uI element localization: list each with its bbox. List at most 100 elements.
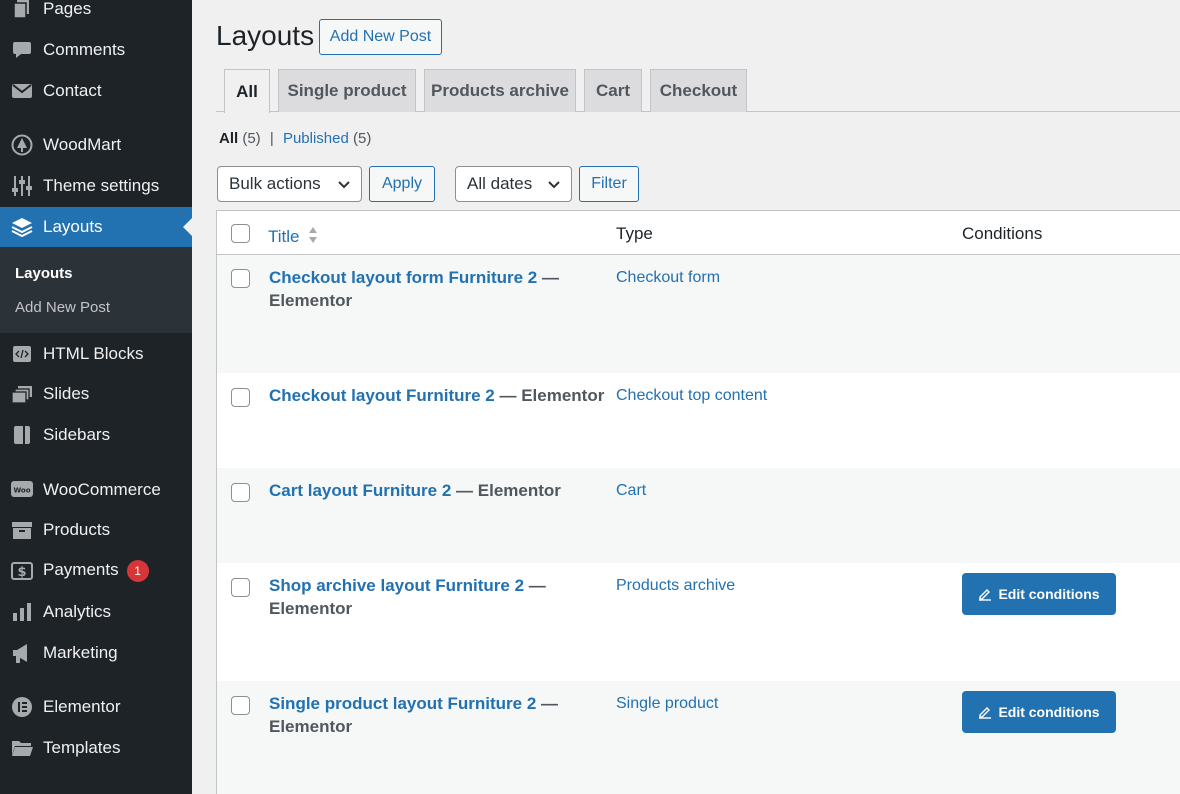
tab-single-product[interactable]: Single product [278,69,416,112]
row-type-link[interactable]: Checkout top content [616,387,767,405]
archive-box-icon [11,519,33,541]
sidebar-item-elementor[interactable]: Elementor [0,687,192,727]
table-row: Checkout layout form Furniture 2 — Eleme… [217,255,1180,373]
sidebar-item-label: Comments [43,40,126,59]
html-block-icon [11,343,33,365]
sidebar-item-label: Sidebars [43,425,111,444]
edit-conditions-label: Edit conditions [998,704,1100,720]
filter-separator: | [269,130,274,147]
row-title-link[interactable]: Shop archive layout Furniture 2 [269,576,524,595]
row-title: Checkout layout form Furniture 2 — Eleme… [269,266,559,312]
chevron-down-icon [547,177,561,197]
sidebar-item-label: Elementor [43,697,121,716]
row-checkbox[interactable] [231,269,250,288]
row-type-link[interactable]: Products archive [616,577,735,595]
date-filter-select[interactable]: All dates [455,166,572,202]
woodmart-icon [11,134,33,156]
sidebar-item-layouts[interactable]: Layouts [0,207,192,247]
sidebar-item-slides[interactable]: Slides [0,374,192,414]
row-type-link[interactable]: Cart [616,482,646,500]
table-row: Shop archive layout Furniture 2 — Elemen… [217,563,1180,681]
tab-products-archive[interactable]: Products archive [424,69,576,112]
pencil-icon [978,705,992,719]
table-row: Single product layout Furniture 2 — Elem… [217,681,1180,794]
sidebar-item-analytics[interactable]: Analytics [0,592,192,632]
filter-published-link[interactable]: Published [283,130,349,147]
row-type-link[interactable]: Single product [616,695,718,713]
filter-published-count: (5) [353,130,372,147]
row-title: Cart layout Furniture 2 — Elementor [269,479,609,502]
sidebar-item-label: HTML Blocks [43,344,144,363]
row-title-link[interactable]: Checkout layout form Furniture 2 [269,268,537,287]
svg-text:Woo: Woo [13,487,30,495]
sidebar-item-payments[interactable]: $ Payments 1 [0,551,192,591]
row-title-suffix: — Elementor [451,481,561,500]
sidebar-item-woodmart[interactable]: WoodMart [0,125,192,165]
sidebar-item-pages[interactable]: Pages [0,0,192,29]
filter-all-link[interactable]: All [219,130,238,147]
column-conditions: Conditions [962,224,1043,243]
svg-text:$: $ [17,565,26,580]
layouts-submenu: Layouts Add New Post [0,247,192,333]
row-title: Shop archive layout Furniture 2 — Elemen… [269,574,559,620]
tab-all[interactable]: All [224,69,270,113]
row-title: Single product layout Furniture 2 — Elem… [269,692,559,738]
row-type-link[interactable]: Checkout form [616,269,720,287]
edit-conditions-button[interactable]: Edit conditions [962,691,1116,733]
sidebar-item-theme-settings[interactable]: Theme settings [0,166,192,206]
apply-button[interactable]: Apply [369,166,435,202]
bulk-actions-select[interactable]: Bulk actions [217,166,362,202]
select-all-checkbox[interactable] [231,224,250,243]
row-title-suffix: — Elementor [494,386,605,405]
sidebar-item-marketing[interactable]: Marketing [0,633,192,673]
comments-icon [11,39,33,61]
sidebar-icon [11,424,33,446]
sidebar-item-label: Analytics [43,602,112,621]
sidebar-item-templates[interactable]: Templates [0,728,192,768]
sidebar-item-label: Theme settings [43,176,160,195]
bar-chart-icon [11,601,33,623]
sidebar-item-contact[interactable]: Contact [0,71,192,111]
admin-sidebar: Pages Comments Contact WoodMart Theme se… [0,0,192,794]
add-new-post-button[interactable]: Add New Post [319,19,442,55]
row-checkbox[interactable] [231,578,250,597]
column-type: Type [616,224,653,243]
date-filter-value: All dates [467,174,533,193]
table-header: Title Type Conditions [217,211,1180,255]
layers-icon [11,216,33,238]
column-title[interactable]: Title [268,224,318,247]
chevron-down-icon [337,177,351,197]
sidebar-item-sidebars[interactable]: Sidebars [0,415,192,455]
row-title-link[interactable]: Cart layout Furniture 2 [269,481,451,500]
notification-badge: 1 [126,560,149,582]
elementor-icon [11,696,33,718]
sidebar-item-label: Payments 1 [43,560,149,582]
sidebar-item-label: Pages [43,0,92,18]
folder-icon [11,737,33,759]
sort-icon [308,227,318,248]
sidebar-item-woocommerce[interactable]: Woo WooCommerce [0,470,192,510]
sidebar-item-label: Contact [43,81,102,100]
megaphone-icon [11,642,33,664]
sidebar-item-label: Products [43,520,111,539]
slides-icon [11,383,33,405]
filter-button[interactable]: Filter [579,166,639,202]
row-title-link[interactable]: Single product layout Furniture 2 [269,694,536,713]
submenu-item-add-new-post[interactable]: Add New Post [15,299,110,316]
row-checkbox[interactable] [231,483,250,502]
edit-conditions-button[interactable]: Edit conditions [962,573,1116,615]
sidebar-item-label: WoodMart [43,135,122,154]
sidebar-item-html-blocks[interactable]: HTML Blocks [0,334,192,374]
sidebar-item-label: Slides [43,384,90,403]
submenu-item-layouts[interactable]: Layouts [15,265,73,282]
row-checkbox[interactable] [231,388,250,407]
row-title-link[interactable]: Checkout layout Furniture 2 [269,386,495,405]
sidebar-item-comments[interactable]: Comments [0,30,192,70]
row-checkbox[interactable] [231,696,250,715]
bulk-actions-value: Bulk actions [229,174,321,193]
tab-cart[interactable]: Cart [584,69,642,112]
woocommerce-icon: Woo [11,479,33,501]
tab-checkout[interactable]: Checkout [650,69,747,112]
sidebar-item-label: Layouts [43,217,103,236]
sidebar-item-products[interactable]: Products [0,510,192,550]
